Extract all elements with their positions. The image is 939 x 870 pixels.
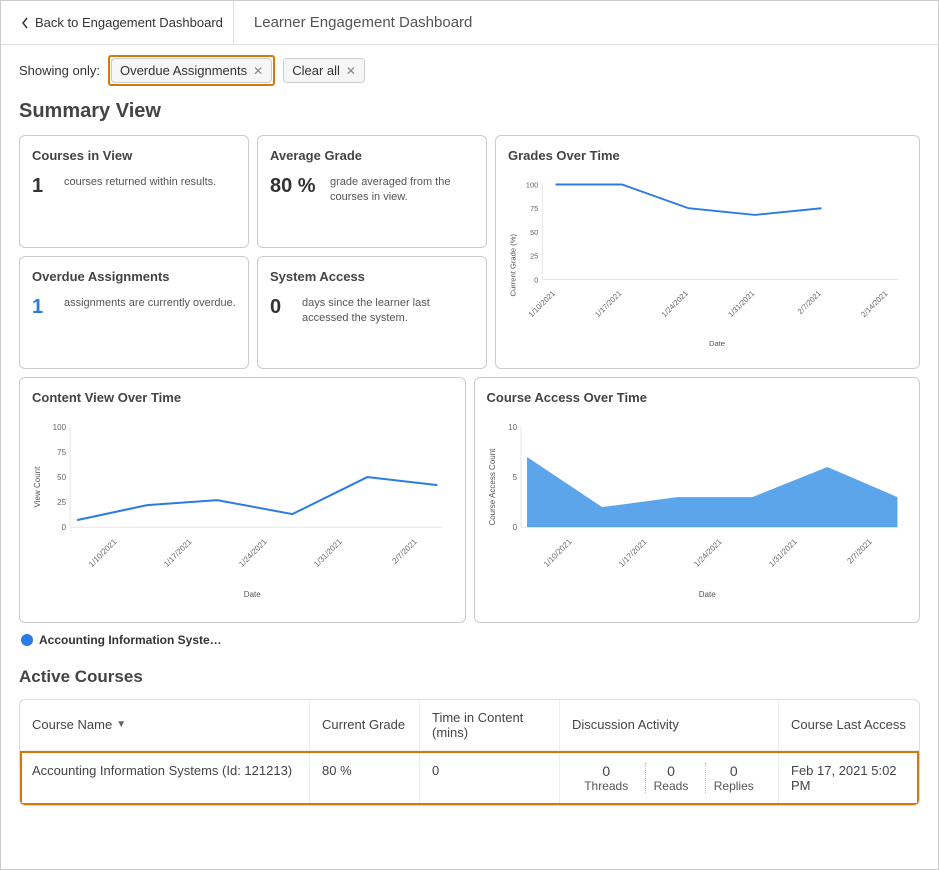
content-view-chart: View Count 100 75 50 25 0 1/10/2021 1/17… (32, 417, 453, 607)
svg-text:1/24/2021: 1/24/2021 (692, 536, 724, 568)
svg-text:1/31/2021: 1/31/2021 (312, 536, 344, 568)
filter-prefix: Showing only: (19, 63, 100, 78)
svg-text:0: 0 (534, 275, 538, 284)
card-title: Average Grade (270, 148, 474, 163)
metric-desc: grade averaged from the courses in view. (330, 175, 474, 206)
svg-text:75: 75 (530, 204, 538, 213)
th-discussion-activity[interactable]: Discussion Activity (560, 700, 779, 751)
replies-label: Replies (714, 779, 754, 793)
summary-view-title: Summary View (1, 96, 938, 135)
close-icon[interactable]: ✕ (253, 64, 263, 78)
reads-label: Reads (654, 779, 689, 793)
grades-over-time-chart: Current Grade (%) 100 75 50 25 0 1/10/20… (508, 175, 907, 356)
chart-title: Grades Over Time (508, 148, 907, 163)
svg-text:Current Grade (%): Current Grade (%) (509, 234, 518, 297)
th-course-last-access[interactable]: Course Last Access (779, 700, 919, 751)
th-current-grade[interactable]: Current Grade (310, 700, 420, 751)
active-courses-title: Active Courses (1, 657, 938, 699)
course-access-chart: Course Access Count 10 5 0 1/10/2021 1/1… (487, 417, 908, 607)
svg-text:25: 25 (57, 498, 66, 507)
svg-text:1/24/2021: 1/24/2021 (660, 289, 690, 319)
svg-text:1/17/2021: 1/17/2021 (617, 536, 649, 568)
filter-chip-label: Overdue Assignments (120, 63, 247, 78)
svg-text:2/7/2021: 2/7/2021 (796, 289, 823, 316)
svg-text:Date: Date (244, 590, 261, 599)
metric-desc: days since the learner last accessed the… (302, 296, 474, 327)
svg-text:2/7/2021: 2/7/2021 (390, 536, 419, 565)
svg-text:Date: Date (709, 339, 725, 348)
clear-all-label: Clear all (292, 63, 340, 78)
card-system-access: System Access 0 days since the learner l… (257, 256, 487, 369)
svg-text:100: 100 (53, 423, 67, 432)
chevron-left-icon (21, 17, 29, 29)
card-title: Courses in View (32, 148, 236, 163)
metric-desc: assignments are currently overdue. (64, 296, 236, 311)
svg-text:10: 10 (508, 423, 517, 432)
metric-value: 80 % (270, 175, 320, 198)
filter-chip-overdue[interactable]: Overdue Assignments ✕ (111, 58, 272, 83)
threads-label: Threads (584, 779, 628, 793)
svg-text:50: 50 (57, 473, 66, 482)
th-time-in-content[interactable]: Time in Content (mins) (420, 700, 560, 751)
card-average-grade: Average Grade 80 % grade averaged from t… (257, 135, 487, 248)
chart-title: Content View Over Time (32, 390, 453, 405)
svg-text:100: 100 (526, 180, 539, 189)
close-icon[interactable]: ✕ (346, 64, 356, 78)
back-to-dashboard-link[interactable]: Back to Engagement Dashboard (11, 1, 234, 44)
legend-label: Accounting Information Syste… (39, 633, 222, 647)
legend-dot-icon (21, 634, 33, 646)
replies-value: 0 (714, 763, 754, 779)
sort-desc-icon: ▼ (116, 719, 126, 730)
reads-value: 0 (654, 763, 689, 779)
card-title: System Access (270, 269, 474, 284)
svg-text:75: 75 (57, 448, 66, 457)
svg-text:0: 0 (512, 523, 517, 532)
metric-value: 0 (270, 296, 292, 319)
active-courses-table: Course Name ▼ Current Grade Time in Cont… (19, 699, 920, 806)
chart-legend: Accounting Information Syste… (1, 623, 938, 657)
page-title: Learner Engagement Dashboard (234, 14, 472, 31)
table-row[interactable]: Accounting Information Systems (Id: 1212… (20, 751, 919, 805)
card-overdue-assignments: Overdue Assignments 1 assignments are cu… (19, 256, 249, 369)
td-last-access: Feb 17, 2021 5:02 PM (779, 751, 919, 805)
svg-text:View Count: View Count (33, 465, 42, 507)
td-time: 0 (420, 751, 560, 805)
svg-text:1/17/2021: 1/17/2021 (593, 289, 623, 319)
td-discussion: 0 Threads 0 Reads 0 Replies (560, 751, 779, 805)
svg-text:2/7/2021: 2/7/2021 (845, 536, 874, 565)
svg-text:1/31/2021: 1/31/2021 (767, 536, 799, 568)
svg-text:1/24/2021: 1/24/2021 (237, 536, 269, 568)
card-course-access-over-time: Course Access Over Time Course Access Co… (474, 377, 921, 623)
svg-text:1/31/2021: 1/31/2021 (726, 289, 756, 319)
svg-text:2/14/2021: 2/14/2021 (859, 289, 889, 319)
svg-text:1/10/2021: 1/10/2021 (87, 536, 119, 568)
td-grade: 80 % (310, 751, 420, 805)
metric-value[interactable]: 1 (32, 296, 54, 319)
metric-desc: courses returned within results. (64, 175, 216, 190)
svg-text:25: 25 (530, 252, 538, 261)
card-courses-in-view: Courses in View 1 courses returned withi… (19, 135, 249, 248)
svg-text:5: 5 (512, 473, 517, 482)
svg-text:Course Access Count: Course Access Count (488, 447, 497, 525)
th-course-name[interactable]: Course Name ▼ (20, 700, 310, 751)
card-grades-over-time: Grades Over Time Current Grade (%) 100 7… (495, 135, 920, 369)
svg-text:1/10/2021: 1/10/2021 (527, 289, 557, 319)
svg-text:1/10/2021: 1/10/2021 (541, 536, 573, 568)
svg-text:0: 0 (62, 523, 67, 532)
chart-title: Course Access Over Time (487, 390, 908, 405)
td-course-name: Accounting Information Systems (Id: 1212… (20, 751, 310, 805)
metric-value: 1 (32, 175, 54, 198)
svg-text:50: 50 (530, 228, 538, 237)
threads-value: 0 (584, 763, 628, 779)
clear-all-chip[interactable]: Clear all ✕ (283, 58, 365, 83)
back-label: Back to Engagement Dashboard (35, 15, 223, 30)
card-title: Overdue Assignments (32, 269, 236, 284)
card-content-view-over-time: Content View Over Time View Count 100 75… (19, 377, 466, 623)
svg-text:1/17/2021: 1/17/2021 (162, 536, 194, 568)
svg-text:Date: Date (698, 590, 715, 599)
